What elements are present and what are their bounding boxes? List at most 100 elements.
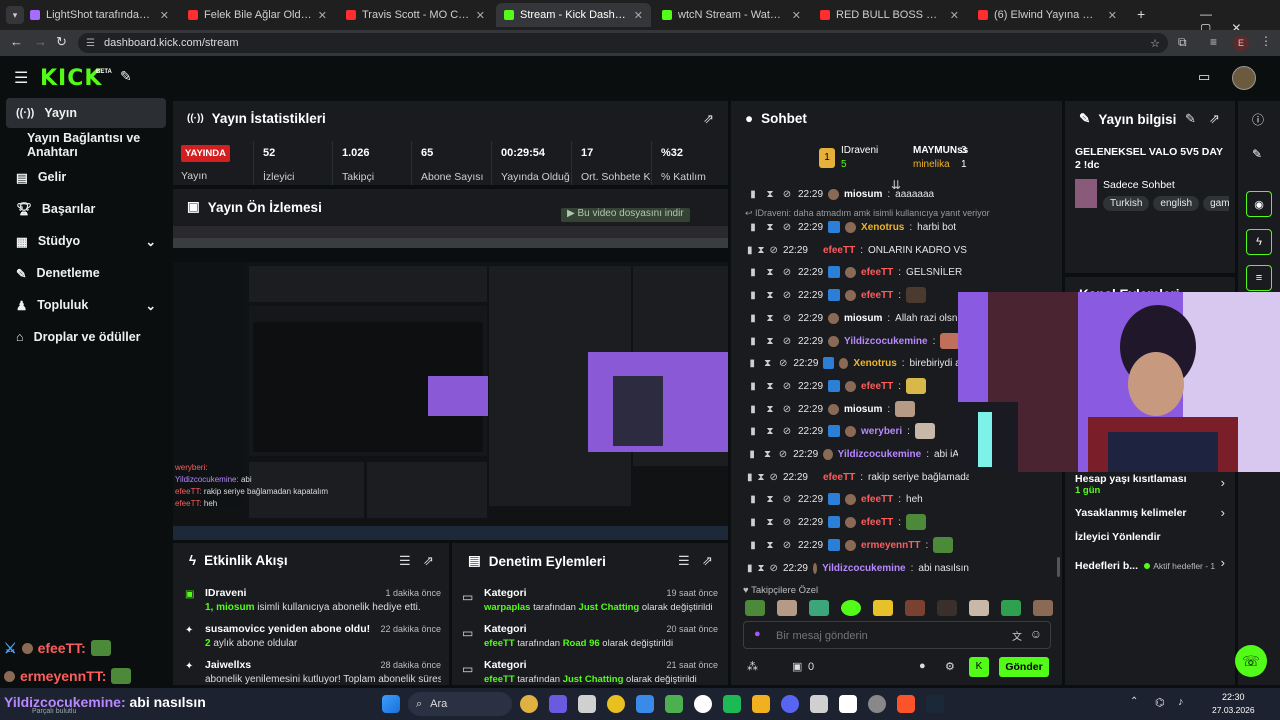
trash-icon[interactable]: ▮	[747, 516, 759, 528]
moderation-item[interactable]: ▭ Kategori 19 saat önce warpaplas tarafında…	[462, 587, 718, 613]
discord-icon[interactable]	[781, 695, 799, 713]
chat-username[interactable]: efeeTT	[823, 472, 855, 483]
tag[interactable]: Turkish	[1103, 196, 1150, 211]
chat-username[interactable]: miosum	[844, 313, 882, 324]
chat-username[interactable]: Xenotrus	[861, 222, 904, 233]
moderation-item[interactable]: ▭ Kategori 20 saat önce efeeTT tarafından R…	[462, 623, 718, 649]
chat-message[interactable]: ▮ ⧗ ⊘ 22:29 efeeTT:	[747, 513, 927, 531]
chat-username[interactable]: efeeTT	[861, 381, 893, 392]
close-icon[interactable]: ✕	[950, 9, 959, 22]
chat-message[interactable]: ▮ ⧗ ⊘ 22:29 efeeTT:	[747, 377, 927, 395]
trash-icon[interactable]: ▮	[747, 448, 757, 460]
taskbar-search[interactable]: ⌕ Ara	[408, 692, 512, 716]
popout-icon[interactable]: ⇗	[702, 553, 713, 569]
browser-tab[interactable]: Felek Bile Ağlar Oldu @Swaggy ✕	[180, 3, 335, 27]
terminal-icon[interactable]	[839, 695, 857, 713]
network-icon[interactable]: ⌬	[1155, 696, 1165, 709]
chat-message[interactable]: ▮ ⧗ ⊘ 22:29 miosum: aaaaaaa	[747, 185, 934, 203]
sidebar-item-stream-key[interactable]: Yayın Bağlantısı ve Anahtarı	[6, 130, 166, 160]
trash-icon[interactable]: ▮	[747, 471, 753, 483]
timeout-icon[interactable]: ⧗	[764, 493, 776, 505]
emote[interactable]	[841, 600, 861, 616]
timeout-icon[interactable]: ⧗	[758, 562, 765, 574]
back-icon[interactable]: ←	[10, 34, 23, 49]
ban-icon[interactable]: ⊘	[781, 188, 793, 200]
emote[interactable]	[1001, 600, 1021, 616]
user-avatar[interactable]	[1232, 66, 1256, 90]
emote[interactable]	[873, 600, 893, 616]
chat-username[interactable]: Yildizcocukemine	[844, 336, 928, 347]
timeout-icon[interactable]: ⧗	[764, 221, 776, 233]
chat-username[interactable]: efeeTT	[861, 290, 893, 301]
close-icon[interactable]: ✕	[792, 9, 801, 22]
emote[interactable]	[745, 600, 765, 616]
app-icon[interactable]	[868, 695, 886, 713]
trash-icon[interactable]: ▮	[747, 493, 759, 505]
filter-icon[interactable]: ☰	[399, 553, 411, 569]
sidebar-item-denetleme[interactable]: ✎ Denetleme	[6, 258, 166, 288]
browser-tab[interactable]: wtcN Stream - Watch Live on K ✕	[654, 3, 809, 27]
address-input[interactable]: ☰ dashboard.kick.com/stream ☆	[78, 33, 1168, 53]
chat-username[interactable]: Xenotrus	[853, 358, 896, 369]
chat-username[interactable]: efeeTT	[861, 517, 893, 528]
chat-message[interactable]: ▮ ⧗ ⊘ 22:29 Yildizcocukemine: abi nasılsın	[747, 559, 969, 577]
timeout-icon[interactable]: ⧗	[762, 448, 772, 460]
pin-icon[interactable]: ✎	[120, 68, 132, 85]
trash-icon[interactable]: ▮	[747, 380, 759, 392]
timeout-icon[interactable]: ⧗	[758, 471, 765, 483]
chat-message[interactable]: ▮ ⧗ ⊘ 22:29 weryberi:	[747, 422, 935, 440]
edit-icon[interactable]: ✎	[1252, 147, 1262, 161]
emote[interactable]	[905, 600, 925, 616]
support-button[interactable]: ☏	[1235, 645, 1267, 677]
close-icon[interactable]: ✕	[1108, 9, 1117, 22]
menu-icon[interactable]: ☰	[14, 68, 28, 88]
kick-icon[interactable]: K	[969, 657, 989, 677]
trash-icon[interactable]: ▮	[747, 266, 759, 278]
chat-username[interactable]: miosum	[844, 189, 882, 200]
clock-date[interactable]: 27.03.2026	[1212, 705, 1255, 715]
points-icon[interactable]: ⁂	[747, 660, 758, 673]
ban-icon[interactable]: ⊘	[778, 357, 788, 369]
timeout-icon[interactable]: ⧗	[764, 425, 776, 437]
chat-message[interactable]: ▮ ⧗ ⊘ 22:29 efeeTT: ONLARIN KADRO VS BİZİM KA…	[747, 241, 969, 259]
timeout-icon[interactable]: ⧗	[764, 188, 776, 200]
sidebar-item-basarilar[interactable]: 🏆︎ Başarılar	[6, 194, 166, 224]
app-icon[interactable]	[665, 695, 683, 713]
emote[interactable]	[969, 600, 989, 616]
info-icon[interactable]: ⓘ	[1252, 111, 1264, 128]
chat-message[interactable]: ▮ ⧗ ⊘ 22:29 Yildizcocukemine: abi iAsk	[747, 445, 969, 463]
chat-message[interactable]: ▮ ⧗ ⊘ 22:29 miosum: Allah razi olsn	[747, 309, 957, 327]
trash-icon[interactable]: ▮	[747, 357, 757, 369]
windows-start-icon[interactable]	[382, 695, 400, 713]
chat-message[interactable]: ▮ ⧗ ⊘ 22:29 Xenotrus: birebiriydi am	[747, 354, 969, 372]
popout-icon[interactable]: ⇗	[703, 111, 714, 127]
close-icon[interactable]: ✕	[160, 9, 169, 22]
media-icon[interactable]	[752, 695, 770, 713]
ban-icon[interactable]: ⊘	[781, 266, 793, 278]
action-raid[interactable]: İzleyici Yönlendir	[1075, 531, 1225, 543]
send-button[interactable]: Gönder	[999, 657, 1049, 677]
action-account-age[interactable]: Hesap yaşı kısıtlaması 1 gün ›	[1075, 473, 1225, 496]
sidebar-item-droplar[interactable]: ⌂ Droplar ve ödüller	[6, 322, 166, 352]
timeout-icon[interactable]: ⧗	[764, 380, 776, 392]
ban-icon[interactable]: ⊘	[770, 562, 778, 574]
emoji-icon[interactable]: ☺	[1030, 627, 1042, 641]
timeout-icon[interactable]: ⧗	[764, 335, 776, 347]
timeout-icon[interactable]: ⧗	[764, 403, 776, 415]
chat-username[interactable]: efeeTT	[861, 267, 893, 278]
tray-chevron-icon[interactable]: ⌃	[1130, 696, 1138, 707]
emote[interactable]	[809, 600, 829, 616]
trash-icon[interactable]: ▮	[747, 425, 759, 437]
tag[interactable]: gam	[1203, 196, 1229, 211]
chat-message[interactable]: ▮ ⧗ ⊘ 22:29 miosum:	[747, 400, 916, 418]
emote[interactable]	[777, 600, 797, 616]
ban-icon[interactable]: ⊘	[770, 244, 778, 256]
chat-message-input[interactable]	[774, 626, 978, 646]
trash-icon[interactable]: ▮	[747, 562, 753, 574]
settings-gear-icon[interactable]: ⚙	[945, 660, 955, 673]
chat-message[interactable]: ▮ ⧗ ⊘ 22:29 efeeTT: rakip seriye bağlamadan k…	[747, 468, 969, 486]
ban-icon[interactable]: ⊘	[778, 448, 788, 460]
file-explorer-icon[interactable]	[520, 695, 538, 713]
timeout-icon[interactable]: ⧗	[764, 266, 776, 278]
chat-username[interactable]: ermeyennTT	[861, 540, 920, 551]
